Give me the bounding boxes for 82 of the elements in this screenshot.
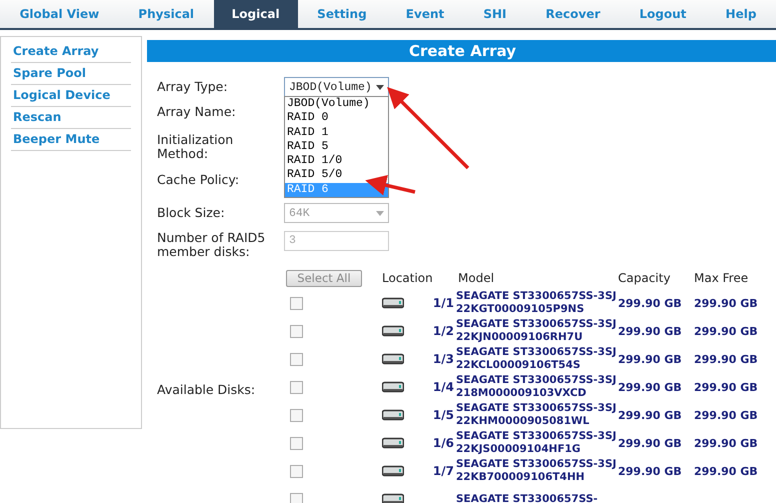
checkbox[interactable] xyxy=(290,492,303,503)
table-cell-text: 1/4 xyxy=(432,380,455,394)
disk-drive-icon xyxy=(382,297,404,309)
checkbox[interactable] xyxy=(290,352,303,366)
dropdown-option[interactable]: RAID 6 xyxy=(285,182,388,198)
table-cell-text: SEAGATE ST3300657SS-3SJ22KGT00009105P9NS xyxy=(456,290,618,316)
dropdown-option[interactable]: JBOD(Volume) xyxy=(285,97,388,112)
table-cell-text: 299.90 GB xyxy=(618,408,683,422)
disk-drive-icon xyxy=(382,493,404,503)
dropdown-option[interactable]: RAID 1 xyxy=(285,126,388,140)
sidebar-item[interactable]: Spare Pool xyxy=(11,63,131,85)
field-label: Available Disks: xyxy=(157,383,256,397)
field-label: Number of RAID5 member disks: xyxy=(157,231,266,259)
column-header: Location xyxy=(382,271,434,285)
table-cell-text: 299.90 GB xyxy=(694,408,759,422)
caret-icon xyxy=(376,210,384,216)
nav-tab[interactable]: SHI xyxy=(464,0,526,28)
field-label: Array Name: xyxy=(157,105,237,119)
sidebar-item[interactable]: Rescan xyxy=(11,107,131,129)
table-cell-text: SEAGATE ST3300657SS-3SJ22KCL00009106T54S xyxy=(456,346,618,372)
field-label: Array Type: xyxy=(157,80,229,94)
table-cell-text: 1/7 xyxy=(432,464,455,478)
sidebar-item[interactable]: Logical Device xyxy=(11,85,131,107)
column-header: Capacity xyxy=(618,271,672,285)
dropdown-option[interactable]: RAID 5/0 xyxy=(285,168,388,183)
field-label: Block Size: xyxy=(157,206,226,220)
nav-tab[interactable]: Global View xyxy=(0,0,119,28)
field-label: Cache Policy: xyxy=(157,173,240,187)
nav-tab[interactable]: Recover xyxy=(526,0,620,28)
table-cell-text: SEAGATE ST3300657SS-3SJ22KJS00009104HF1G xyxy=(456,430,618,456)
checkbox[interactable] xyxy=(290,408,303,422)
disk-drive-icon xyxy=(382,325,404,337)
column-header: Max Free xyxy=(694,271,750,285)
nav-tab[interactable]: Event xyxy=(386,0,464,28)
table-cell-text: 299.90 GB xyxy=(618,352,683,366)
checkbox[interactable] xyxy=(290,324,303,338)
table-cell-text: 1/5 xyxy=(432,408,455,422)
column-header: Model xyxy=(457,271,496,285)
disk-drive-icon xyxy=(382,353,404,365)
array-type-dropdown[interactable]: JBOD(Volume) xyxy=(284,77,389,97)
table-cell-text: 299.90 GB xyxy=(694,352,759,366)
annotation-arrow xyxy=(365,174,416,196)
nav-tab[interactable]: Logout xyxy=(620,0,706,28)
caret-icon xyxy=(376,84,384,90)
dropdown-option[interactable]: RAID 1/0 xyxy=(285,154,388,168)
checkbox[interactable] xyxy=(290,296,303,310)
sidebar-item[interactable]: Create Array xyxy=(11,41,131,63)
dropdown-option[interactable]: RAID 5 xyxy=(285,140,388,154)
checkbox[interactable] xyxy=(290,380,303,394)
table-cell-text: SEAGATE ST3300657SS-3SJ218M000009103VXCD xyxy=(456,374,618,400)
table-cell-text: SEAGATE ST3300657SS- xyxy=(456,492,599,503)
sidebar-item[interactable]: Beeper Mute xyxy=(11,129,131,151)
table-cell-text: 299.90 GB xyxy=(694,464,759,478)
table-cell-text: 299.90 GB xyxy=(618,324,683,338)
table-cell-text: 299.90 GB xyxy=(618,296,683,310)
nav-tab[interactable]: Setting xyxy=(298,0,386,28)
table-cell-text: 299.90 GB xyxy=(618,380,683,394)
disk-drive-icon xyxy=(382,465,404,477)
panel-title: Create Array xyxy=(147,40,776,62)
table-cell-text: SEAGATE ST3300657SS-3SJ22KB700009106T4HH xyxy=(456,458,618,484)
checkbox[interactable] xyxy=(290,436,303,450)
table-cell-text: 1/2 xyxy=(432,324,455,338)
table-cell-text: SEAGATE ST3300657SS-3SJ22KJN00009106RH7U xyxy=(456,318,618,344)
nav-tab[interactable]: Physical xyxy=(118,0,214,28)
table-cell-text: 1/1 xyxy=(432,296,455,310)
table-cell-text: 1/3 xyxy=(432,352,455,366)
disk-drive-icon xyxy=(382,437,404,449)
disk-drive-icon xyxy=(382,409,404,421)
table-cell-text: 299.90 GB xyxy=(694,380,759,394)
nav-tab[interactable]: Logical xyxy=(214,0,298,28)
dropdown-option[interactable]: RAID 0 xyxy=(285,111,388,126)
table-cell-text: SEAGATE ST3300657SS-3SJ22KHM0000905081WL xyxy=(456,402,618,428)
table-cell-text: 299.90 GB xyxy=(618,436,683,450)
nav-tab[interactable]: Help xyxy=(706,0,776,28)
table-cell-text: 299.90 GB xyxy=(618,464,683,478)
field-label: Initialization Method: xyxy=(157,133,234,161)
table-cell-text: 299.90 GB xyxy=(694,436,759,450)
checkbox[interactable] xyxy=(290,464,303,478)
table-cell-text: 299.90 GB xyxy=(694,324,759,338)
table-cell-text: 299.90 GB xyxy=(694,296,759,310)
disk-drive-icon xyxy=(382,381,404,393)
table-cell-text: 1/6 xyxy=(432,436,455,450)
